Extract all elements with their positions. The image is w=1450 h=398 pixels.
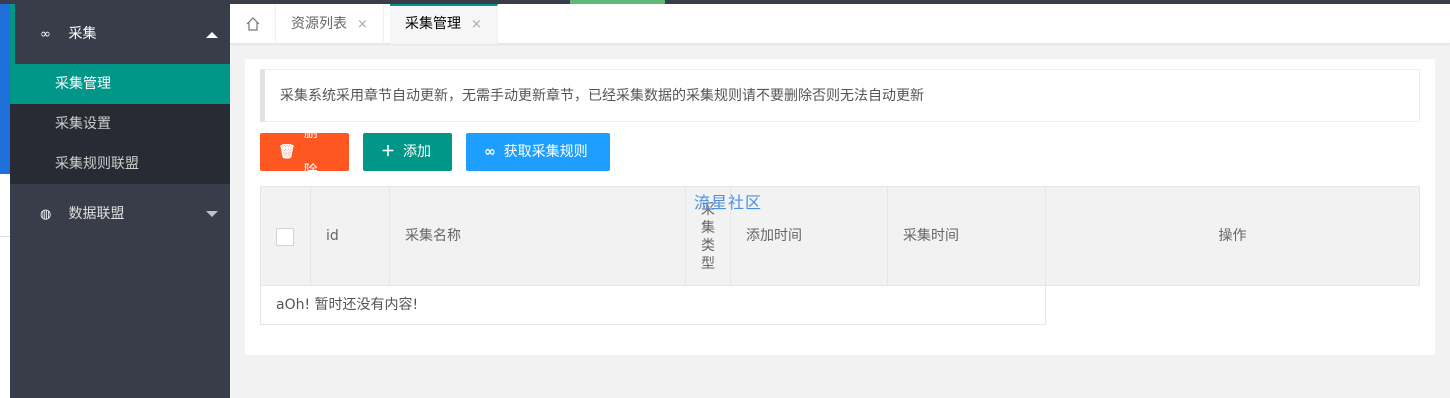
tab-bar: 资源列表 × 采集管理 × <box>230 4 1450 44</box>
sidebar-group-collect-label: 采集 <box>68 26 97 42</box>
table-empty-row: aOh! 暂时还没有内容! <box>260 286 1046 325</box>
trash-icon: 🗑 <box>278 144 296 160</box>
header-name[interactable]: 采集名称 <box>390 187 686 285</box>
infinity-icon: ∞ <box>40 27 51 42</box>
home-icon <box>246 17 259 31</box>
tab-home[interactable] <box>230 4 276 44</box>
plus-icon: ＋ <box>381 144 395 160</box>
header-collect-time[interactable]: 采集时间 <box>888 187 1046 285</box>
left-edge-line <box>0 236 10 237</box>
add-button-label: 添加 <box>403 144 431 160</box>
header-actions: 操作 <box>1218 228 1247 244</box>
tab-collect-manage[interactable]: 采集管理 × <box>390 4 498 44</box>
sidebar-group-data-league[interactable]: ◍ 数据联盟 <box>10 184 230 244</box>
left-edge <box>0 4 10 398</box>
header-checkbox-cell <box>261 187 311 285</box>
table-header: id 采集名称 采集类型 添加时间 采集时间 操作 <box>260 186 1420 286</box>
get-rules-button-label: 获取采集规则 <box>503 144 588 160</box>
left-edge-blue <box>0 4 10 174</box>
notice-text: 采集系统采用章节自动更新，无需手动更新章节，已经采集数据的采集规则请不要删除否则… <box>260 69 1420 122</box>
delete-button[interactable]: 🗑 删除 <box>260 125 349 179</box>
watermark: 流星社区 <box>694 193 763 212</box>
header-id[interactable]: id <box>311 187 390 285</box>
tab-label: 资源列表 <box>291 16 347 32</box>
sidebar-active-indicator <box>10 4 15 64</box>
sidebar-item-collect-settings[interactable]: 采集设置 <box>10 104 230 144</box>
get-rules-button[interactable]: ∞ 获取采集规则 <box>466 133 610 171</box>
close-icon[interactable]: × <box>471 17 482 32</box>
sidebar-submenu: 采集管理 采集设置 采集规则联盟 <box>10 64 230 184</box>
add-button[interactable]: ＋ 添加 <box>363 133 452 171</box>
globe-icon: ◍ <box>40 207 52 222</box>
chevron-up-icon <box>206 32 218 38</box>
select-all-checkbox[interactable] <box>276 228 294 246</box>
sidebar-group-data-label: 数据联盟 <box>68 206 125 222</box>
sidebar-group-collect[interactable]: ∞ 采集 <box>10 4 230 64</box>
tab-resource-list[interactable]: 资源列表 × <box>276 4 384 44</box>
tab-label: 采集管理 <box>405 16 461 32</box>
sidebar: ∞ 采集 采集管理 采集设置 采集规则联盟 ◍ 数据联盟 <box>10 4 230 398</box>
sidebar-item-collect-rule-league[interactable]: 采集规则联盟 <box>10 144 230 184</box>
main-card: 采集系统采用章节自动更新，无需手动更新章节，已经采集数据的采集规则请不要删除否则… <box>245 59 1435 355</box>
sidebar-item-collect-manage[interactable]: 采集管理 <box>10 64 230 104</box>
chevron-down-icon <box>206 211 218 217</box>
collect-table: id 采集名称 采集类型 添加时间 采集时间 操作 aOh! 暂时还没有内容! <box>260 186 1420 325</box>
delete-button-label: 删除 <box>303 125 318 179</box>
close-icon[interactable]: × <box>357 17 368 32</box>
infinity-icon: ∞ <box>484 144 496 160</box>
